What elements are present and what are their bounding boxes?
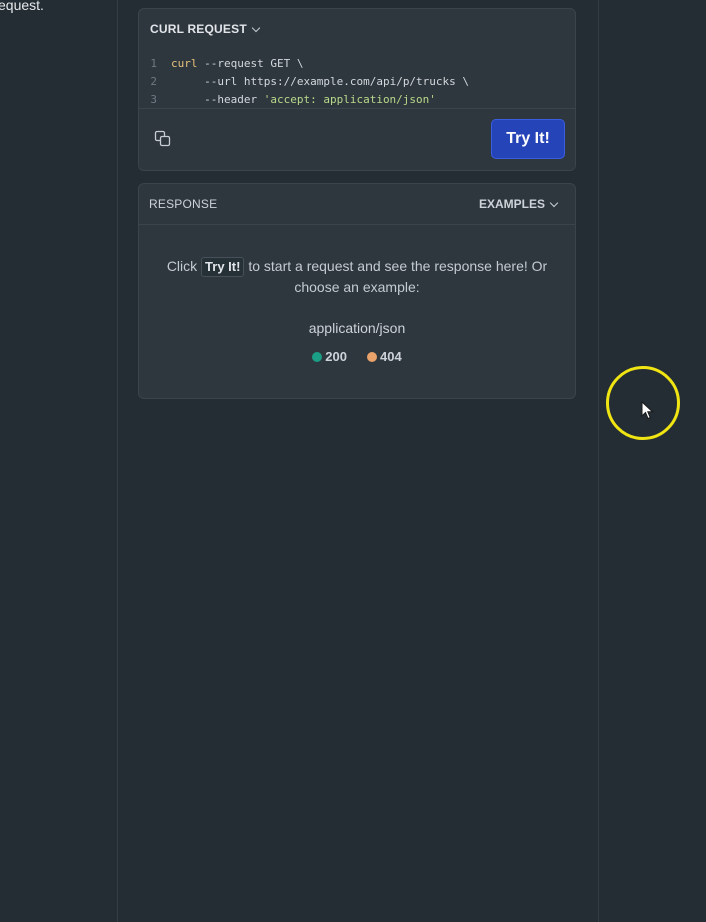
curl-request-footer: Try It! <box>139 108 575 170</box>
message-text: to start a request and see the response … <box>244 258 548 295</box>
code-line: 1 curl --request GET \ <box>139 55 575 73</box>
try-it-inline-label: Try It! <box>201 257 245 277</box>
response-header: RESPONSE EXAMPLES <box>139 184 575 225</box>
curl-request-card: CURL REQUEST 1 curl --request GET \ 2 --u… <box>138 8 576 171</box>
status-code: 200 <box>325 349 347 364</box>
media-type: application/json <box>308 320 406 336</box>
try-it-button[interactable]: Try It! <box>491 119 565 159</box>
mouse-pointer-icon <box>641 401 654 420</box>
code-line: 2 --url https://example.com/api/p/trucks… <box>139 73 575 91</box>
copy-icon <box>154 130 171 147</box>
left-panel: equest. <box>0 0 118 922</box>
chevron-down-icon <box>549 198 559 207</box>
code-flag: --header <box>204 93 258 106</box>
code-flag: --url <box>204 75 238 88</box>
copy-button[interactable] <box>153 129 173 149</box>
code-command: curl <box>171 57 198 70</box>
status-dot-icon <box>312 351 323 362</box>
response-title: RESPONSE <box>149 197 218 211</box>
status-example-200[interactable]: 200 <box>312 346 347 367</box>
line-number: 2 <box>150 75 157 88</box>
message-text: Click <box>166 258 202 274</box>
curl-request-title: CURL REQUEST <box>150 22 247 36</box>
examples-dropdown[interactable]: EXAMPLES <box>479 197 565 211</box>
right-panel <box>598 0 706 922</box>
code-line: 3 --header 'accept: application/json' <box>139 91 575 109</box>
code-text: https://example.com/api/p/trucks \ <box>237 75 470 88</box>
status-example-404[interactable]: 404 <box>367 346 402 367</box>
response-message: Click Try It! to start a request and see… <box>139 256 575 298</box>
status-code: 404 <box>380 349 402 364</box>
examples-label: EXAMPLES <box>478 197 545 211</box>
response-card: RESPONSE EXAMPLES Click Try It! to start… <box>138 183 576 399</box>
status-examples: 200 404 <box>139 346 575 367</box>
code-text: --request GET \ <box>197 57 304 70</box>
status-dot-icon <box>367 351 377 362</box>
code-block: 1 curl --request GET \ 2 --url https://ex… <box>139 49 575 107</box>
code-string: 'accept: application/json' <box>257 93 436 106</box>
curl-request-header[interactable]: CURL REQUEST <box>139 9 575 49</box>
truncated-text: equest. <box>0 0 44 13</box>
chevron-down-icon <box>251 23 261 32</box>
line-number: 3 <box>150 93 157 106</box>
line-number: 1 <box>150 57 157 70</box>
response-body: Click Try It! to start a request and see… <box>139 225 575 367</box>
